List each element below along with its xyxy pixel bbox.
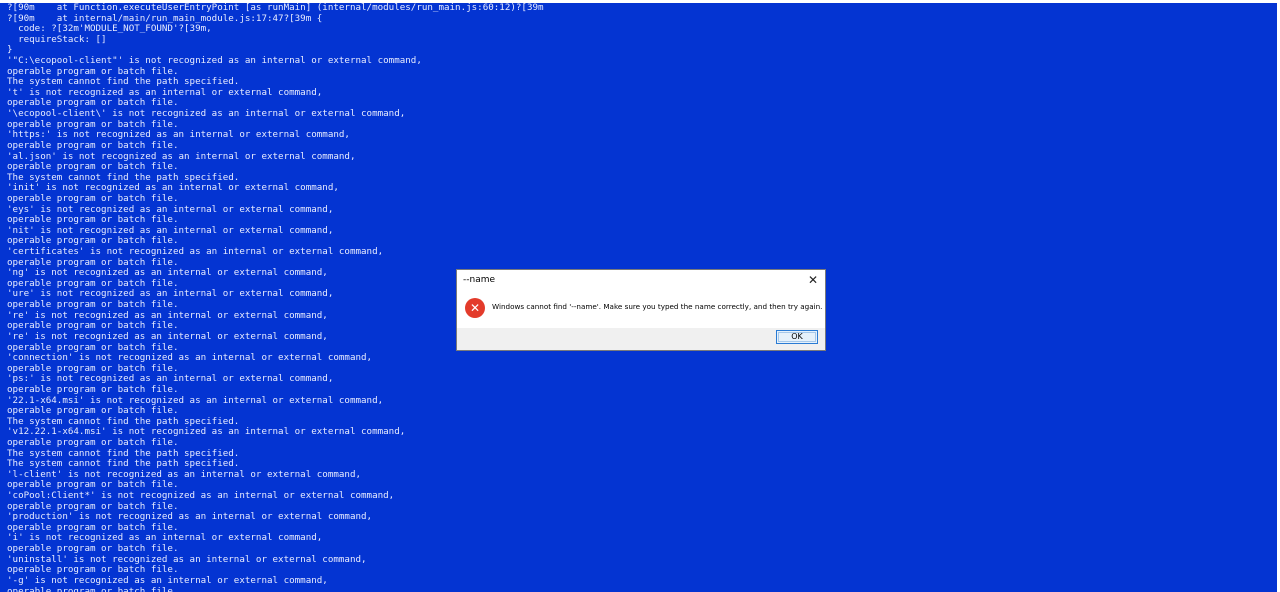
dialog-footer: OK xyxy=(457,328,825,350)
console-line: '-g' is not recognized as an internal or… xyxy=(7,574,328,586)
console-line: operable program or batch file. xyxy=(7,192,179,204)
console-line: operable program or batch file. xyxy=(7,383,179,395)
error-dialog: --name ✕ ✕ Windows cannot find '--name'.… xyxy=(456,269,826,351)
dialog-title: --name xyxy=(463,275,496,285)
dialog-body: ✕ Windows cannot find '--name'. Make sur… xyxy=(457,290,825,328)
dialog-message: Windows cannot find '--name'. Make sure … xyxy=(492,302,823,311)
dialog-titlebar[interactable]: --name ✕ xyxy=(457,270,825,290)
ok-button[interactable]: OK xyxy=(776,330,818,344)
console-line: operable program or batch file. xyxy=(7,139,179,151)
console-line: operable program or batch file. xyxy=(7,585,179,592)
error-icon: ✕ xyxy=(465,298,485,318)
console-line: requireStack: [] xyxy=(7,33,107,45)
console-line: operable program or batch file. xyxy=(7,436,179,448)
close-icon[interactable]: ✕ xyxy=(804,271,822,289)
